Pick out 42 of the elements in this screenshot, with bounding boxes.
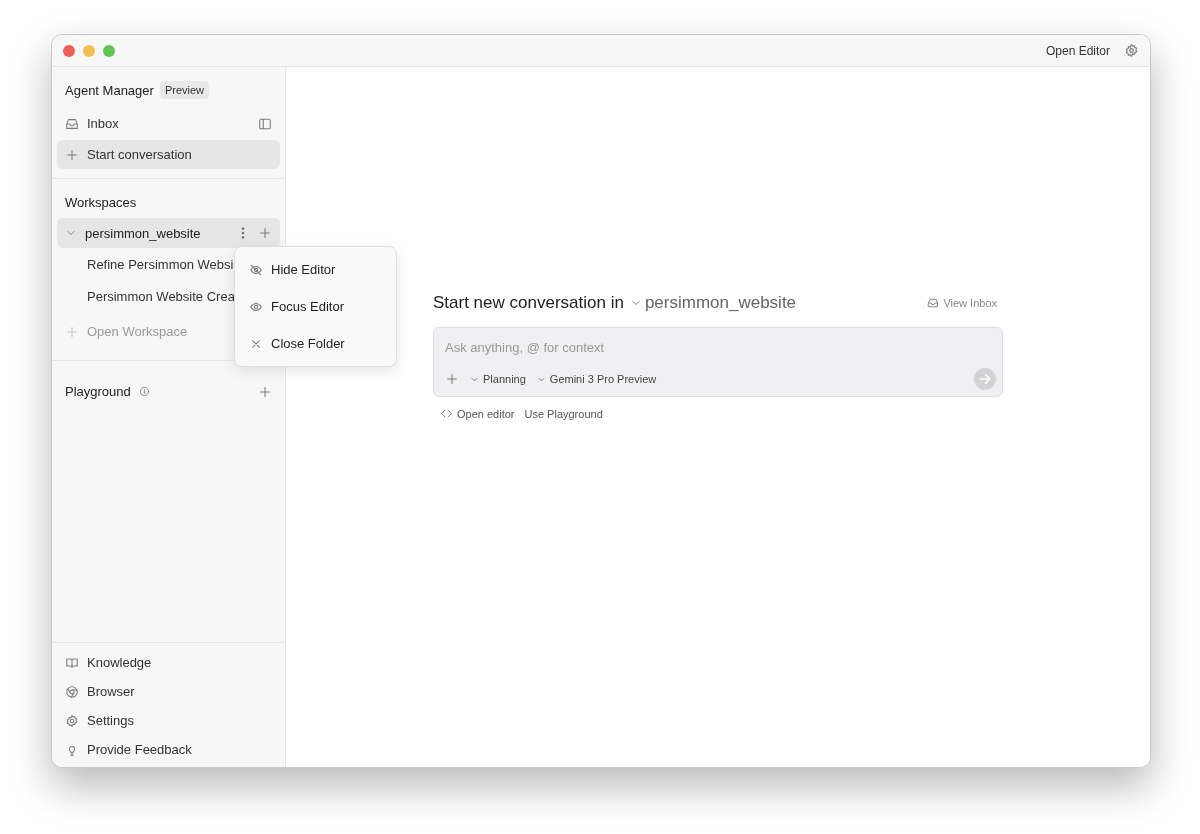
link[interactable]: Open editor <box>440 407 515 420</box>
mode-dropdown[interactable]: Planning <box>469 373 526 385</box>
info-icon <box>138 386 150 397</box>
book-icon <box>65 655 79 670</box>
eye-slash-icon <box>249 262 263 277</box>
plus-icon <box>258 226 272 240</box>
send-icon[interactable] <box>974 368 996 390</box>
app-title: Agent Manager <box>65 82 154 98</box>
settings-icon <box>65 713 79 728</box>
workspace-selector[interactable]: persimmon_website <box>629 293 797 313</box>
settings-icon[interactable] <box>1124 43 1139 58</box>
open-editor-button[interactable]: Open Editor <box>1041 41 1114 60</box>
sidebar-item[interactable]: Knowledge <box>57 648 280 677</box>
plus-icon <box>65 147 79 162</box>
model-dropdown[interactable]: Gemini 3 Pro Preview <box>535 373 657 385</box>
link[interactable]: Use Playground <box>524 407 603 420</box>
zoom-window-dot[interactable] <box>103 44 115 57</box>
plus-icon[interactable] <box>445 372 459 386</box>
section-heading: Playground <box>65 384 131 399</box>
sidebar-toggle-icon[interactable] <box>258 116 272 131</box>
sidebar-item[interactable]: Browser <box>57 677 280 706</box>
section-heading: Workspaces <box>65 195 137 210</box>
minimize-window-dot[interactable] <box>83 44 95 57</box>
sidebar-item[interactable]: Start conversation <box>57 140 280 169</box>
globe-icon <box>65 684 79 699</box>
sidebar-item[interactable]: Provide Feedback <box>57 735 280 764</box>
plus-icon[interactable] <box>258 384 272 399</box>
prompt-box[interactable]: Ask anything, @ for context Planning Gemini 3 Pro Preview <box>433 327 1003 397</box>
menu-item[interactable]: Focus Editor <box>239 288 392 325</box>
view-inbox-link[interactable]: View Inbox <box>921 297 1003 309</box>
menu-item[interactable]: Close Folder <box>239 325 392 362</box>
menu-item[interactable]: Hide Editor <box>239 251 392 288</box>
workspace-item[interactable]: persimmon_website <box>57 218 280 248</box>
inbox-icon <box>927 297 940 309</box>
sidebar-item[interactable]: Settings <box>57 706 280 735</box>
heading: Start new conversation in <box>433 293 624 313</box>
preview-badge: Preview <box>159 81 210 99</box>
code-icon <box>440 407 453 420</box>
sidebar-item[interactable]: Inbox <box>57 109 280 138</box>
plus-icon <box>65 324 79 339</box>
inbox-icon <box>65 116 79 131</box>
close-window-dot[interactable] <box>63 44 75 57</box>
